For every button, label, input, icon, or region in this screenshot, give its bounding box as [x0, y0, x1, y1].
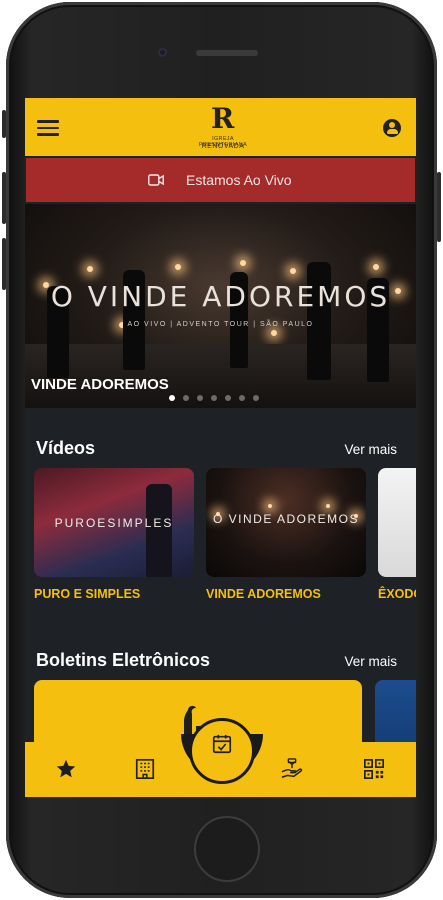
mute-switch: [2, 110, 6, 138]
bulletins-section-title: Boletins Eletrônicos: [36, 650, 211, 670]
stage-light: [290, 268, 296, 274]
user-account-icon[interactable]: [383, 119, 401, 137]
home-button[interactable]: [194, 816, 260, 882]
video-title: PURO E SIMPLES: [34, 587, 141, 601]
church-nav-button[interactable]: [128, 752, 162, 786]
carousel-dots: [169, 388, 267, 401]
qr-code-icon: [364, 759, 384, 779]
live-stream-button[interactable]: Estamos Ao Vivo: [26, 158, 415, 202]
video-card[interactable]: O VINDE ADOREMOS VINDE ADOREMOS: [206, 468, 366, 601]
stage-light: [268, 504, 272, 508]
building-icon: [135, 759, 155, 779]
video-card[interactable]: ÊXODO: [378, 468, 416, 601]
volume-down-button: [2, 238, 6, 290]
video-title: ÊXODO: [378, 587, 416, 601]
stage-light: [326, 504, 330, 508]
video-title: VINDE ADOREMOS: [206, 587, 321, 601]
banner-subtitle: AO VIVO | ADVENTO TOUR | SÃO PAULO: [127, 321, 314, 328]
carousel-dot[interactable]: [239, 395, 245, 401]
volume-up-button: [2, 172, 6, 224]
calendar-check-icon: [212, 734, 232, 754]
stage-light: [373, 264, 379, 270]
church-logo: R IGREJA PRESBITERIANA RENOVADA: [193, 104, 253, 152]
banner-title: O VINDE ADOREMOS: [50, 280, 391, 313]
videos-section-title: Vídeos: [36, 438, 96, 458]
video-thumbnail-text: PUROESIMPLES: [54, 516, 174, 530]
video-thumbnail: PUROESIMPLES: [34, 468, 194, 577]
stage-light: [87, 266, 93, 272]
hero-banner[interactable]: O VINDE ADOREMOS AO VIVO | ADVENTO TOUR …: [25, 204, 416, 408]
front-camera: [158, 48, 167, 57]
app-screen: R IGREJA PRESBITERIANA RENOVADA Estamos …: [25, 98, 416, 797]
stage-light: [175, 264, 181, 270]
live-label: Estamos Ao Vivo: [186, 172, 292, 188]
video-thumbnail: O VINDE ADOREMOS: [206, 468, 366, 577]
carousel-dot[interactable]: [211, 395, 217, 401]
carousel-dot[interactable]: [197, 395, 203, 401]
logo-letter: R: [211, 102, 235, 135]
earpiece-speaker: [196, 50, 258, 56]
power-button: [437, 172, 441, 242]
video-camera-icon: [148, 174, 164, 186]
favorites-nav-button[interactable]: [49, 752, 83, 786]
carousel-dot[interactable]: [183, 395, 189, 401]
carousel-dot[interactable]: [253, 395, 259, 401]
qr-code-nav-button[interactable]: [357, 752, 391, 786]
donate-hand-icon: [281, 758, 303, 778]
video-thumbnail: [378, 468, 416, 577]
schedule-nav-button[interactable]: [189, 718, 255, 784]
logo-name: RENOVADA: [201, 143, 245, 150]
app-header: R IGREJA PRESBITERIANA RENOVADA: [25, 98, 416, 156]
singer-silhouette: [146, 484, 172, 577]
hamburger-menu-icon[interactable]: [37, 120, 59, 136]
stage-light: [240, 260, 246, 266]
carousel-dot[interactable]: [169, 395, 175, 401]
star-icon: [56, 759, 76, 778]
video-card[interactable]: PUROESIMPLES PURO E SIMPLES: [34, 468, 194, 601]
carousel-dot[interactable]: [225, 395, 231, 401]
videos-see-more-link[interactable]: Ver mais: [344, 442, 397, 457]
stage-light: [271, 330, 277, 336]
video-thumbnail-text: O VINDE ADOREMOS: [212, 512, 360, 526]
bulletins-see-more-link[interactable]: Ver mais: [344, 654, 397, 669]
banner-caption: VINDE ADOREMOS: [31, 376, 169, 393]
donate-nav-button[interactable]: [275, 752, 309, 786]
